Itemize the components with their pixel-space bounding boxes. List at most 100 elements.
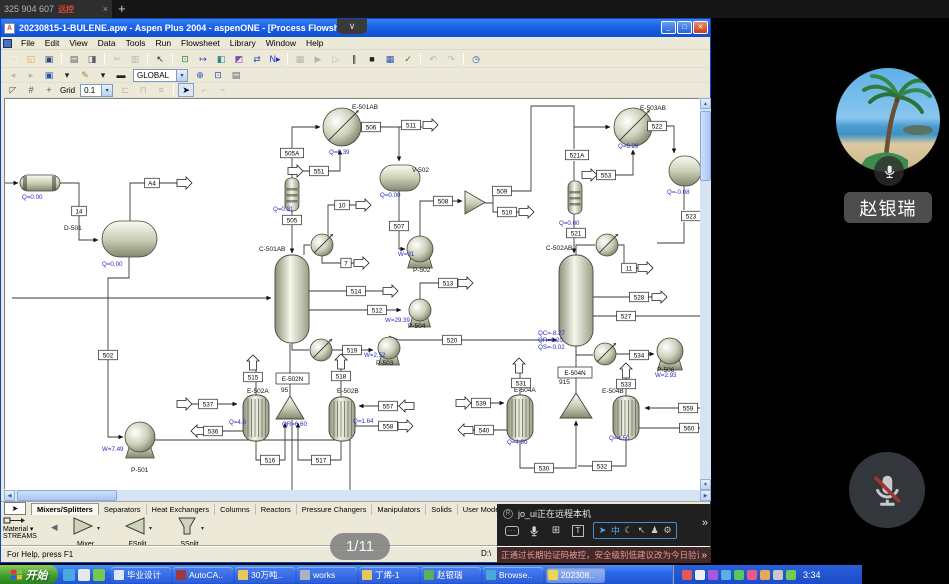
cut-icon[interactable]: ✂ (109, 52, 125, 66)
stream-label[interactable]: 553 (597, 170, 616, 180)
back-icon[interactable]: ◂ (5, 68, 21, 82)
stream-label[interactable]: 507 (390, 221, 409, 231)
menu-run[interactable]: Run (150, 38, 176, 48)
equipment-valve[interactable] (311, 234, 333, 256)
equipment-plug[interactable] (20, 175, 60, 191)
equipment-valve[interactable] (596, 234, 618, 256)
open-stream-arrow[interactable] (247, 355, 259, 370)
select-pointer-button[interactable]: ➤ (4, 502, 26, 515)
stream-label[interactable]: 10 (335, 200, 350, 210)
help-pointer-icon[interactable]: ↖ (152, 52, 168, 66)
stream-label[interactable]: 558 (379, 421, 398, 431)
snap-icon[interactable]: + (41, 83, 57, 97)
stream-label[interactable]: 523 (682, 211, 701, 221)
close-button[interactable]: ✕ (693, 21, 708, 34)
menu-tools[interactable]: Tools (121, 38, 151, 48)
library-tab-heat-exchangers[interactable]: Heat Exchangers (147, 504, 216, 515)
model-mixer[interactable]: ▾Mixer (60, 516, 112, 548)
taskbar-button[interactable]: 赵银瑞 (421, 567, 481, 583)
stream-label[interactable]: 522 (648, 121, 667, 131)
tray-icon[interactable] (721, 570, 731, 580)
equipment-label-box[interactable]: E-504N (558, 367, 592, 378)
stream-label[interactable]: 7 (341, 258, 351, 268)
library-tab-manipulators[interactable]: Manipulators (372, 504, 426, 515)
stream-label[interactable]: 520 (443, 335, 462, 345)
screen-share-icon[interactable]: ⊞ (545, 523, 567, 539)
new-icon[interactable]: ▢ (5, 52, 21, 66)
stream-label[interactable]: 506 (362, 122, 381, 132)
equipment-label-box[interactable]: E-502N (276, 373, 309, 384)
settings-gear-icon[interactable]: ⚙ (661, 524, 674, 538)
library-tab-pressure-changers[interactable]: Pressure Changers (297, 504, 373, 515)
equipment-drumh[interactable] (669, 156, 701, 186)
open-stream-arrow[interactable] (335, 354, 347, 369)
open-stream-arrow[interactable] (456, 397, 471, 409)
remote-session-tab[interactable]: 325 904 607 远控 × (0, 0, 112, 18)
pause-icon[interactable]: ∥ (346, 52, 362, 66)
open-stream-arrow[interactable] (513, 358, 525, 373)
rotate-block-icon[interactable]: ◩ (231, 52, 247, 66)
stream-label[interactable]: 510 (498, 207, 517, 217)
equipment-hx[interactable] (614, 108, 652, 146)
copy-icon[interactable]: ▥ (127, 52, 143, 66)
open-stream-arrow[interactable] (423, 119, 438, 131)
stream-label[interactable]: 513 (439, 278, 458, 288)
viewport-dd-icon[interactable]: ▾ (59, 68, 75, 82)
equipment-cone[interactable] (276, 396, 304, 419)
stream-label[interactable]: 512 (368, 305, 387, 315)
tray-icon[interactable] (786, 570, 796, 580)
forward-icon[interactable]: ▸ (23, 68, 39, 82)
stream-label[interactable]: 560 (680, 423, 699, 433)
data-browser-icon[interactable]: ▦ (292, 52, 308, 66)
security-warning-bar[interactable]: 正通过长期验证码被控，安全级别低建议改为今日验证码 » (497, 547, 711, 563)
annotate-icon[interactable]: ✎ (77, 68, 93, 82)
open-icon[interactable]: ◱ (23, 52, 39, 66)
equipment-heater[interactable] (613, 396, 639, 440)
open-stream-arrow[interactable] (354, 257, 369, 269)
library-tab-separators[interactable]: Separators (99, 504, 147, 515)
print-preview-icon[interactable]: ◨ (84, 52, 100, 66)
align-left-icon[interactable]: ⊏ (117, 83, 133, 97)
laser-pointer-icon[interactable]: ↖ (635, 524, 648, 538)
annotate-dd-icon[interactable]: ▾ (95, 68, 111, 82)
flowsheet-scope-combo[interactable]: GLOBAL ▾ (133, 69, 188, 82)
menu-data[interactable]: Data (93, 38, 121, 48)
reconcile-icon[interactable]: ▦ (382, 52, 398, 66)
equipment-heater[interactable] (507, 395, 533, 441)
material-streams-button[interactable]: Material ▾ STREAMS (1, 515, 49, 541)
block-icon[interactable]: ◧ (213, 52, 229, 66)
stream-label[interactable]: 528 (630, 292, 649, 302)
stream-label[interactable]: 517 (312, 455, 331, 465)
menu-file[interactable]: File (16, 38, 40, 48)
expand-warning-icon[interactable]: » (701, 550, 707, 561)
user-icon[interactable]: ♟ (648, 524, 661, 538)
equipment-cone[interactable] (560, 393, 592, 418)
align-top-icon[interactable]: ⊓ (135, 83, 151, 97)
stream-label[interactable]: 551 (310, 166, 329, 176)
print-flowsheet-icon[interactable]: ▤ (228, 68, 244, 82)
stream-label[interactable]: 14 (72, 206, 87, 216)
chevron-down-icon[interactable]: ▾ (149, 525, 152, 532)
stream-label[interactable]: 502 (99, 350, 118, 360)
open-stream-arrow[interactable] (177, 177, 192, 189)
stream-label[interactable]: 539 (472, 398, 491, 408)
next-icon[interactable]: N▸ (267, 52, 283, 66)
viewport-icon[interactable]: ▣ (41, 68, 57, 82)
stream-label[interactable]: 521A (565, 150, 588, 160)
library-tab-reactors[interactable]: Reactors (256, 504, 297, 515)
redo-icon[interactable]: ↷ (443, 52, 459, 66)
equipment-valve[interactable] (310, 339, 332, 361)
open-stream-arrow[interactable] (519, 206, 534, 218)
insert-flowsheet-icon[interactable]: ⊡ (177, 52, 193, 66)
stream-label[interactable]: 540 (475, 425, 494, 435)
tray-icon[interactable] (682, 570, 692, 580)
save-icon[interactable]: ▣ (41, 52, 57, 66)
library-tab-solids[interactable]: Solids (426, 504, 457, 515)
insert-mode-icon[interactable]: ¬ (214, 83, 230, 97)
stop-icon[interactable]: ■ (364, 52, 380, 66)
step-icon[interactable]: ▷ (328, 52, 344, 66)
stream-label[interactable]: 515 (244, 372, 263, 382)
tray-icon[interactable] (760, 570, 770, 580)
equipment-drumh[interactable] (102, 221, 157, 257)
start-button[interactable]: 开始 (0, 565, 58, 584)
